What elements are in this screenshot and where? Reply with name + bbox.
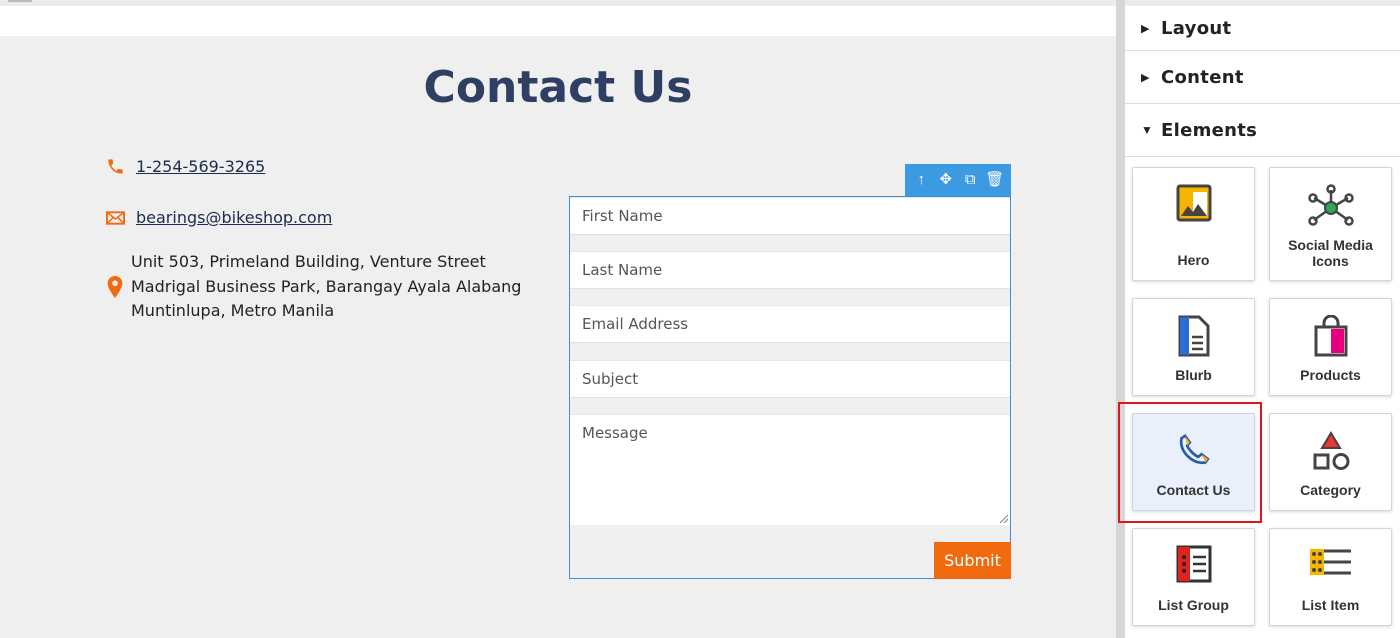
social-network-icon: [1270, 184, 1391, 226]
contact-form[interactable]: First Name Last Name Email Address Subje…: [569, 196, 1011, 579]
last-name-field[interactable]: Last Name: [570, 251, 1010, 289]
section-content[interactable]: ▶ Content: [1125, 51, 1400, 104]
element-label: Hero: [1177, 252, 1210, 268]
element-label: Products: [1300, 367, 1361, 383]
resize-handle-icon[interactable]: [1000, 515, 1008, 523]
move-icon[interactable]: ✥: [936, 172, 956, 188]
submit-button[interactable]: Submit: [934, 542, 1011, 579]
section-label: Layout: [1161, 17, 1232, 39]
address-block: Unit 503, Primeland Building, Venture St…: [106, 250, 521, 324]
element-hero[interactable]: Hero: [1132, 167, 1255, 281]
element-products[interactable]: Products: [1269, 298, 1392, 396]
email-row: bearings@bikeshop.com: [106, 208, 332, 227]
canvas-top-strip: [0, 0, 1116, 36]
section-elements[interactable]: ▼ Elements: [1125, 104, 1400, 157]
element-category[interactable]: Category: [1269, 413, 1392, 511]
subject-field[interactable]: Subject: [570, 360, 1010, 398]
shopping-bag-icon: [1270, 315, 1391, 357]
element-label-line-2: Icons: [1312, 253, 1349, 269]
section-label: Elements: [1161, 119, 1258, 141]
selection-highlight: [1118, 402, 1262, 523]
message-field[interactable]: Message: [570, 414, 1010, 525]
form-element-toolbar: ↑ ✥ ⧉ 🗑: [905, 164, 1011, 196]
address-line-2: Madrigal Business Park, Barangay Ayala A…: [131, 276, 522, 296]
menu-mark: [8, 0, 32, 2]
phone-icon: [108, 159, 123, 174]
email-link[interactable]: bearings@bikeshop.com: [136, 208, 332, 227]
envelope-icon: [106, 210, 125, 225]
phone-row: 1-254-569-3265: [106, 157, 265, 176]
element-list-item[interactable]: List Item: [1269, 528, 1392, 626]
first-name-field[interactable]: First Name: [570, 197, 1010, 235]
caret-right-icon: ▶: [1141, 71, 1150, 84]
section-layout[interactable]: ▶ Layout: [1125, 0, 1400, 51]
element-list-group[interactable]: List Group: [1132, 528, 1255, 626]
element-label: List Item: [1301, 597, 1360, 613]
page-title[interactable]: Contact Us: [0, 62, 1116, 113]
caret-right-icon: ▶: [1141, 22, 1150, 35]
caret-down-icon: ▼: [1141, 123, 1153, 137]
element-label: Blurb: [1175, 367, 1212, 383]
location-pin-icon: [107, 275, 123, 298]
element-blurb[interactable]: Blurb: [1132, 298, 1255, 396]
hero-image-icon: [1133, 184, 1254, 226]
document-icon: [1133, 315, 1254, 357]
section-label: Content: [1161, 66, 1244, 88]
shapes-icon: [1270, 430, 1391, 472]
address-text: Unit 503, Primeland Building, Venture St…: [131, 250, 521, 324]
element-label: List Group: [1158, 597, 1229, 613]
duplicate-icon[interactable]: ⧉: [960, 172, 980, 188]
element-social-media-icons[interactable]: Social Media Icons: [1269, 167, 1392, 281]
email-field[interactable]: Email Address: [570, 305, 1010, 343]
element-label: Social Media Icons: [1270, 237, 1391, 269]
editor-canvas: Contact Us 1-254-569-3265 bearings@bikes…: [0, 0, 1116, 638]
message-placeholder: Message: [582, 424, 648, 442]
phone-link[interactable]: 1-254-569-3265: [136, 157, 265, 176]
panel-scrollbar[interactable]: [1116, 0, 1125, 638]
delete-icon[interactable]: 🗑: [985, 172, 1005, 188]
element-label: Category: [1300, 482, 1361, 498]
address-line-3: Muntinlupa, Metro Manila: [131, 301, 335, 320]
element-label-line-1: Social Media: [1288, 237, 1373, 253]
list-group-icon: [1133, 545, 1254, 587]
list-item-icon: [1270, 545, 1391, 587]
move-up-icon[interactable]: ↑: [911, 172, 931, 188]
address-line-1: Unit 503, Primeland Building, Venture St…: [131, 252, 486, 271]
